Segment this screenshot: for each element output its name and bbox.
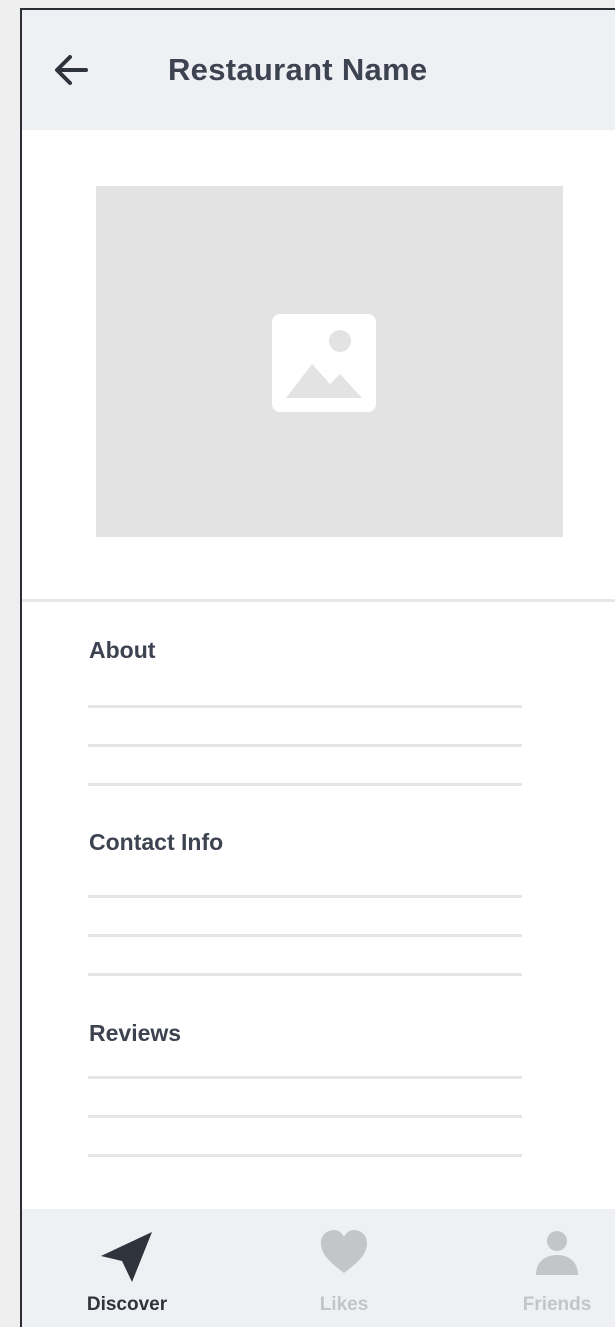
phone-screen: Restaurant Name About Contact Info Revie… <box>20 8 615 1327</box>
about-heading: About <box>89 637 156 663</box>
app-header: Restaurant Name <box>22 10 615 130</box>
nav-label-likes: Likes <box>319 1294 369 1315</box>
section-divider <box>22 599 615 602</box>
bottom-nav: Discover Likes Friends <box>22 1209 615 1327</box>
nav-item-discover[interactable]: Discover <box>52 1209 202 1327</box>
person-icon <box>536 1231 578 1275</box>
image-placeholder-icon <box>272 314 376 412</box>
contact-text-line <box>88 934 522 937</box>
reviews-text-line <box>88 1076 522 1079</box>
nav-item-likes[interactable]: Likes <box>269 1209 419 1327</box>
heart-icon <box>321 1230 367 1273</box>
about-text-line <box>88 744 522 747</box>
page-title: Restaurant Name <box>168 52 428 87</box>
contact-info-heading: Contact Info <box>89 829 224 855</box>
about-text-line <box>88 783 522 786</box>
reviews-text-line <box>88 1154 522 1157</box>
contact-text-line <box>88 973 522 976</box>
reviews-heading: Reviews <box>89 1020 182 1046</box>
nav-item-friends[interactable]: Friends <box>482 1209 615 1327</box>
about-text-line <box>88 705 522 708</box>
contact-text-line <box>88 895 522 898</box>
nav-label-discover: Discover <box>86 1294 168 1315</box>
nav-label-friends: Friends <box>522 1294 592 1315</box>
back-button[interactable] <box>50 48 94 92</box>
arrow-left-icon <box>55 55 88 85</box>
restaurant-image <box>96 186 563 537</box>
navigation-arrow-icon <box>101 1232 152 1282</box>
reviews-text-line <box>88 1115 522 1118</box>
